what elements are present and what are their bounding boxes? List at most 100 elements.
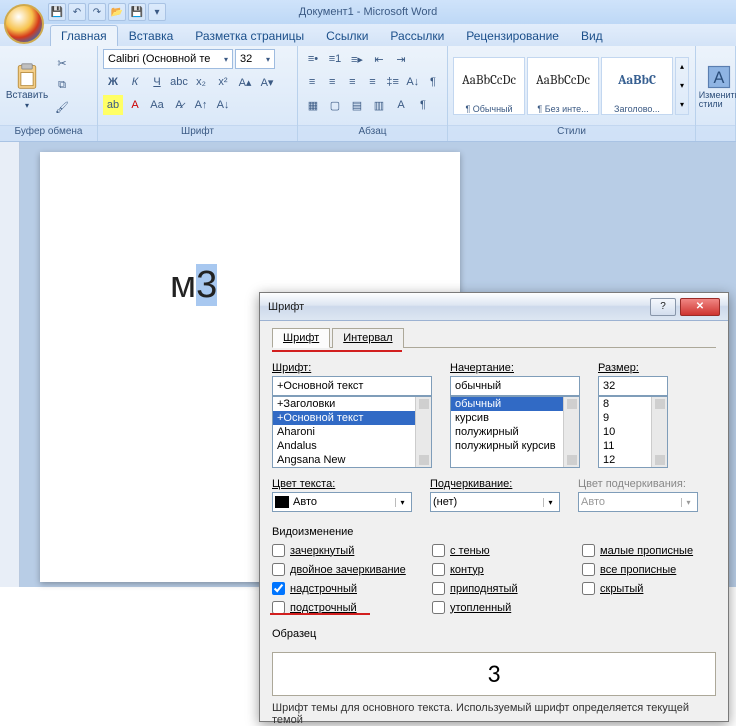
dialog-titlebar[interactable]: Шрифт ? ✕ xyxy=(260,293,728,321)
qat-save2-icon[interactable]: 💾 xyxy=(128,3,146,21)
label-sample: Образец xyxy=(272,628,716,640)
dialog-body: Шрифт Интервал Шрифт: +Заголовки +Основн… xyxy=(260,321,728,726)
sort-icon[interactable]: A↓ xyxy=(404,72,422,92)
group-font: Calibri (Основной те▾ 32▾ Ж К Ч abc x₂ x… xyxy=(98,46,298,141)
group-styles-label: Стили xyxy=(448,125,695,141)
svg-text:A: A xyxy=(714,68,725,86)
copy-icon[interactable]: ⧉ xyxy=(52,76,72,96)
chk-strikethrough[interactable]: зачеркнутый xyxy=(272,544,432,557)
shrink2-icon[interactable]: A↓ xyxy=(213,95,233,115)
effects-grid: зачеркнутый с тенью малые прописные двой… xyxy=(272,544,716,614)
tab-insert[interactable]: Вставка xyxy=(118,25,185,46)
chk-shadow[interactable]: с тенью xyxy=(432,544,582,557)
app-title: Документ1 - Microsoft Word xyxy=(299,6,437,18)
style-list[interactable]: обычный курсив полужирный полужирный кур… xyxy=(450,396,580,468)
font-list-scrollbar[interactable] xyxy=(415,397,431,467)
style-nospacing[interactable]: AaBbCcDc¶ Без инте... xyxy=(527,57,599,115)
size-list-scrollbar[interactable] xyxy=(651,397,667,467)
p6-icon[interactable]: ¶ xyxy=(413,95,433,115)
cut-icon[interactable]: ✂ xyxy=(52,54,72,74)
styles-scroll[interactable]: ▴▾▾ xyxy=(675,57,689,115)
qat-more-icon[interactable]: ▾ xyxy=(148,3,166,21)
multilevel-icon[interactable]: ≡▸ xyxy=(347,49,367,69)
paste-button[interactable]: Вставить ▾ xyxy=(5,49,49,122)
numbering-icon[interactable]: ≡1 xyxy=(325,49,345,69)
align-left-icon[interactable]: ≡ xyxy=(303,72,321,92)
font-dialog: Шрифт ? ✕ Шрифт Интервал Шрифт: +Заголов… xyxy=(259,292,729,722)
style-normal[interactable]: AaBbCcDc¶ Обычный xyxy=(453,57,525,115)
clear-format-icon[interactable]: A̷ xyxy=(169,95,189,115)
style-list-scrollbar[interactable] xyxy=(563,397,579,467)
chk-emboss[interactable]: приподнятый xyxy=(432,582,582,595)
font-color-icon[interactable]: A xyxy=(125,95,145,115)
chk-superscript[interactable]: надстрочный xyxy=(272,582,432,595)
bold-icon[interactable]: Ж xyxy=(103,72,123,92)
dialog-tab-font[interactable]: Шрифт xyxy=(272,328,330,348)
dialog-help-icon[interactable]: ? xyxy=(650,298,676,316)
justify-icon[interactable]: ≡ xyxy=(363,72,381,92)
ribbon: Вставить ▾ ✂ ⧉ 🖌 Буфер обмена Calibri (О… xyxy=(0,46,736,142)
line-spacing-icon[interactable]: ‡≡ xyxy=(384,72,402,92)
dialog-close-icon[interactable]: ✕ xyxy=(680,298,720,316)
grow-font-icon[interactable]: A▴ xyxy=(235,72,255,92)
shading-icon[interactable]: ▦ xyxy=(303,95,323,115)
style-heading1[interactable]: AaBbCЗаголово... xyxy=(601,57,673,115)
pilcrow-icon[interactable]: ¶ xyxy=(424,72,442,92)
change-styles-button[interactable]: A Изменить стили xyxy=(701,49,736,122)
indent-dec-icon[interactable]: ⇤ xyxy=(369,49,389,69)
dialog-title: Шрифт xyxy=(268,301,304,313)
tab-home[interactable]: Главная xyxy=(50,25,118,46)
chk-engrave[interactable]: утопленный xyxy=(432,601,582,614)
p4-icon[interactable]: ▥ xyxy=(369,95,389,115)
color-combo[interactable]: Авто▾ xyxy=(272,492,412,512)
chk-smallcaps[interactable]: малые прописные xyxy=(582,544,732,557)
style-input[interactable] xyxy=(450,376,580,396)
chk-outline[interactable]: контур xyxy=(432,563,582,576)
grow2-icon[interactable]: A↑ xyxy=(191,95,211,115)
shrink-font-icon[interactable]: A▾ xyxy=(257,72,277,92)
indent-inc-icon[interactable]: ⇥ xyxy=(391,49,411,69)
highlight-icon[interactable]: ab xyxy=(103,95,123,115)
font-size-combo[interactable]: 32▾ xyxy=(235,49,275,69)
borders-icon[interactable]: ▢ xyxy=(325,95,345,115)
underline-combo[interactable]: (нет)▾ xyxy=(430,492,560,512)
tab-layout[interactable]: Разметка страницы xyxy=(184,25,315,46)
tab-mailings[interactable]: Рассылки xyxy=(379,25,455,46)
tab-view[interactable]: Вид xyxy=(570,25,614,46)
superscript-icon[interactable]: x² xyxy=(213,72,233,92)
font-list[interactable]: +Заголовки +Основной текст Aharoni Andal… xyxy=(272,396,432,468)
qat-redo-icon[interactable]: ↷ xyxy=(88,3,106,21)
format-painter-icon[interactable]: 🖌 xyxy=(52,98,72,118)
dialog-footer-text: Шрифт темы для основного текста. Использ… xyxy=(272,702,716,726)
dialog-tab-spacing[interactable]: Интервал xyxy=(332,328,403,348)
chk-hidden[interactable]: скрытый xyxy=(582,582,732,595)
size-list[interactable]: 8 9 10 11 12 xyxy=(598,396,668,468)
font-input[interactable] xyxy=(272,376,432,396)
chk-doublestrike[interactable]: двойное зачеркивание xyxy=(272,563,432,576)
underline-icon[interactable]: Ч xyxy=(147,72,167,92)
p5-icon[interactable]: A xyxy=(391,95,411,115)
office-button[interactable] xyxy=(4,4,44,44)
document-text[interactable]: м3 xyxy=(170,262,217,308)
label-ucolor: Цвет подчеркивания: xyxy=(578,478,698,490)
vertical-ruler xyxy=(0,142,20,587)
size-input[interactable] xyxy=(598,376,668,396)
subscript-icon[interactable]: x₂ xyxy=(191,72,211,92)
strike-icon[interactable]: abc xyxy=(169,72,189,92)
font-name-combo[interactable]: Calibri (Основной те▾ xyxy=(103,49,233,69)
tab-references[interactable]: Ссылки xyxy=(315,25,379,46)
qat-save-icon[interactable]: 💾 xyxy=(48,3,66,21)
p3-icon[interactable]: ▤ xyxy=(347,95,367,115)
workspace: м3 Шрифт ? ✕ Шрифт Интервал Шрифт: + xyxy=(0,142,736,587)
bullets-icon[interactable]: ≡• xyxy=(303,49,323,69)
group-clipboard: Вставить ▾ ✂ ⧉ 🖌 Буфер обмена xyxy=(0,46,98,141)
italic-icon[interactable]: К xyxy=(125,72,145,92)
tab-review[interactable]: Рецензирование xyxy=(455,25,570,46)
align-right-icon[interactable]: ≡ xyxy=(343,72,361,92)
chk-allcaps[interactable]: все прописные xyxy=(582,563,732,576)
change-case-icon[interactable]: Aa xyxy=(147,95,167,115)
qat-undo-icon[interactable]: ↶ xyxy=(68,3,86,21)
label-underline: Подчеркивание: xyxy=(430,478,560,490)
align-center-icon[interactable]: ≡ xyxy=(323,72,341,92)
qat-open-icon[interactable]: 📂 xyxy=(108,3,126,21)
